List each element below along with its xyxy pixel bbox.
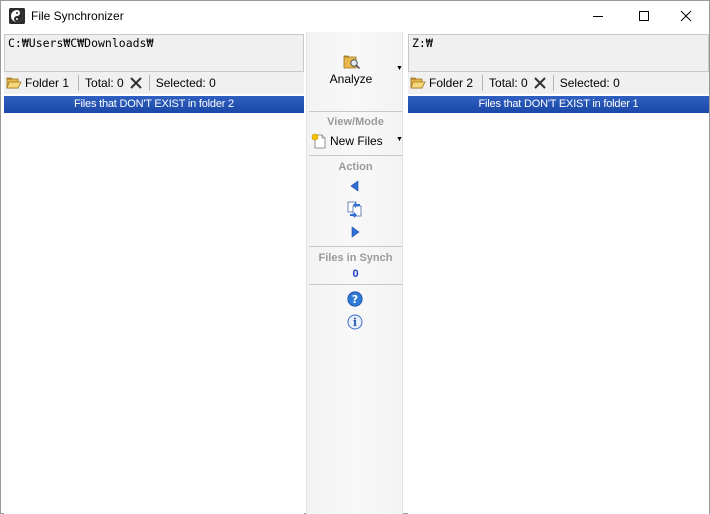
maximize-icon	[639, 11, 649, 21]
folder-2-toolbar: Folder 2 Total: 0 Selected: 0	[408, 72, 709, 94]
new-files-icon	[311, 133, 326, 149]
view-mode-dropdown[interactable]: New Files ▼	[311, 132, 403, 150]
folder-2-file-list[interactable]	[408, 114, 709, 514]
folder-1-toolbar: Folder 1 Total: 0 Selected: 0	[4, 72, 304, 94]
clear-x-icon	[130, 77, 142, 89]
right-pane: Z:₩ Folder 2 Total: 0 Selected: 0 Files …	[408, 32, 709, 514]
yin-yang-icon	[9, 8, 25, 24]
select-folder-1-button[interactable]: Folder 1	[4, 73, 72, 93]
copy-left-button[interactable]	[346, 177, 364, 195]
folder-2-total: Total: 0	[489, 76, 528, 90]
view-mode-dropdown-arrow-icon: ▼	[396, 136, 403, 143]
clear-folder-1-button[interactable]	[129, 73, 143, 93]
synchronize-button[interactable]	[346, 200, 364, 218]
left-pane: C:₩Users₩C₩Downloads₩ Folder 1 Total: 0 …	[4, 32, 304, 514]
window-title: File Synchronizer	[31, 9, 124, 23]
folder-2-label: Folder 2	[429, 76, 474, 90]
maximize-button[interactable]	[621, 1, 667, 31]
clear-folder-2-button[interactable]	[533, 73, 547, 93]
view-mode-title: View/Mode	[327, 116, 384, 128]
folder-1-total: Total: 0	[85, 76, 124, 90]
copy-right-button[interactable]	[346, 223, 364, 241]
toolbar-separator	[552, 75, 554, 91]
open-folder-icon	[410, 77, 426, 89]
analyze-icon	[343, 54, 361, 73]
section-divider	[309, 284, 402, 285]
close-button[interactable]	[663, 1, 709, 31]
folder-2-list-header: Files that DON'T EXIST in folder 1	[408, 96, 709, 113]
svg-text:i: i	[353, 316, 357, 329]
arrow-left-icon	[350, 180, 359, 192]
minimize-button[interactable]	[575, 1, 621, 31]
arrow-right-icon	[351, 226, 360, 238]
view-mode-value: New Files	[330, 134, 383, 148]
app-window: File Synchronizer C:₩Users₩C₩Downloads₩ …	[0, 0, 710, 514]
section-divider	[309, 155, 402, 156]
select-folder-2-button[interactable]: Folder 2	[408, 73, 476, 93]
toolbar-separator	[78, 75, 80, 91]
title-bar[interactable]: File Synchronizer	[1, 1, 709, 31]
analyze-dropdown-arrow-icon[interactable]: ▼	[396, 65, 403, 72]
svg-text:?: ?	[352, 293, 358, 306]
info-icon: i	[347, 314, 363, 330]
section-divider	[309, 246, 402, 247]
folder-1-file-list[interactable]	[4, 114, 304, 514]
center-panel: Analyze ▼ View/Mode New Files ▼ Action F…	[306, 32, 403, 514]
folder-2-selected: Selected: 0	[559, 76, 620, 90]
help-icon: ?	[347, 291, 363, 307]
analyze-button[interactable]: Analyze ▼	[307, 32, 404, 107]
open-folder-icon	[6, 77, 22, 89]
files-in-synch-count: 0	[352, 268, 359, 280]
about-button[interactable]: i	[347, 314, 363, 330]
folder-1-label: Folder 1	[25, 76, 70, 90]
clear-x-icon	[534, 77, 546, 89]
analyze-label: Analyze	[329, 72, 373, 86]
synchronize-icon	[347, 201, 362, 218]
folder-1-path-field[interactable]: C:₩Users₩C₩Downloads₩	[4, 34, 304, 72]
toolbar-separator	[148, 75, 150, 91]
folder-1-list-header: Files that DON'T EXIST in folder 2	[4, 96, 304, 113]
folder-2-path-field[interactable]: Z:₩	[408, 34, 709, 72]
section-divider	[309, 111, 402, 112]
action-title: Action	[338, 161, 373, 173]
help-button[interactable]: ?	[347, 291, 363, 307]
minimize-icon	[593, 16, 603, 17]
toolbar-separator	[482, 75, 484, 91]
files-in-synch-title: Files in Synch	[318, 252, 393, 264]
close-icon	[680, 10, 692, 22]
folder-1-selected: Selected: 0	[155, 76, 216, 90]
